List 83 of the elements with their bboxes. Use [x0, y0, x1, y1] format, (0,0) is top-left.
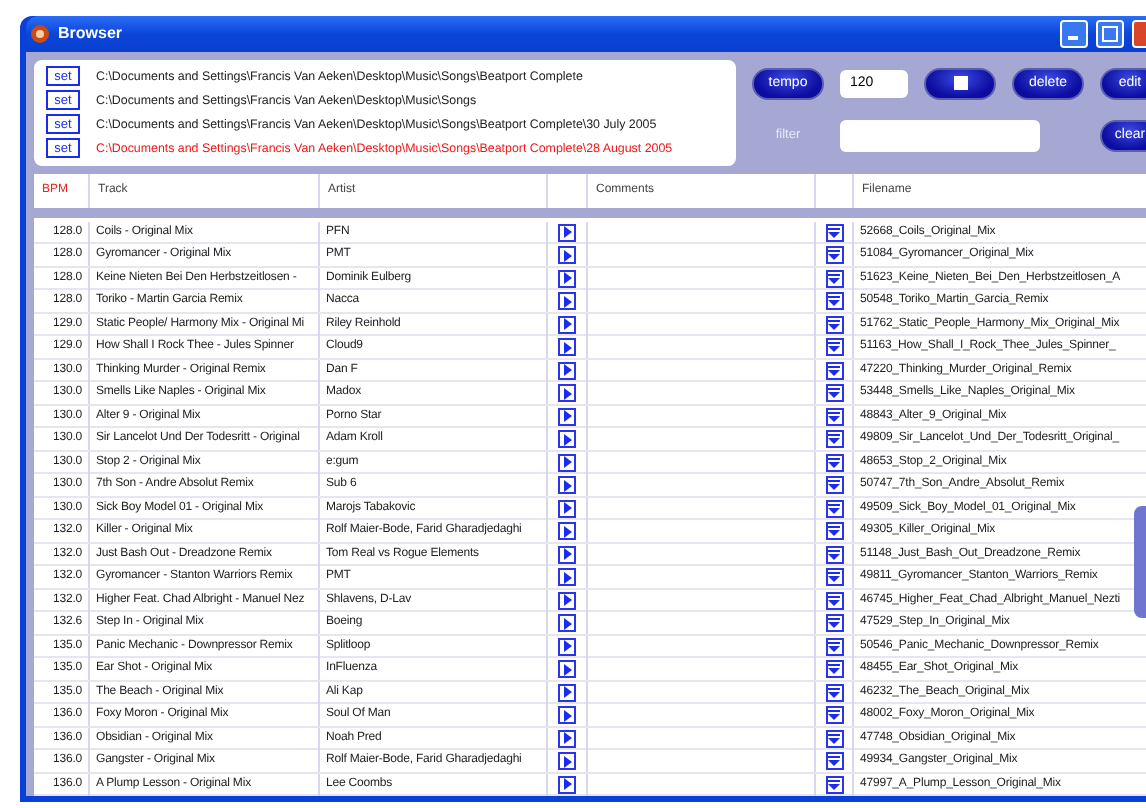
dropdown-icon	[828, 733, 840, 743]
play-button[interactable]	[558, 706, 576, 724]
dropdown-icon	[828, 710, 840, 720]
dropdown-button[interactable]	[825, 660, 843, 678]
dropdown-icon	[828, 779, 840, 789]
dropdown-button[interactable]	[825, 361, 843, 379]
play-button[interactable]	[558, 591, 576, 609]
play-button[interactable]	[558, 476, 576, 494]
play-button[interactable]	[558, 614, 576, 632]
dropdown-button[interactable]	[825, 591, 843, 609]
dropdown-icon	[828, 434, 840, 444]
play-button[interactable]	[558, 407, 576, 425]
play-button[interactable]	[558, 752, 576, 770]
play-button[interactable]	[558, 637, 576, 655]
play-button[interactable]	[558, 269, 576, 287]
dropdown-icon	[828, 549, 840, 559]
minimize-button[interactable]	[1060, 19, 1088, 48]
dropdown-button[interactable]	[825, 246, 843, 264]
play-button[interactable]	[558, 545, 576, 563]
play-button[interactable]	[558, 246, 576, 264]
play-button[interactable]	[558, 453, 576, 471]
filter-field[interactable]	[840, 119, 1040, 151]
dropdown-button[interactable]	[825, 407, 843, 425]
dropdown-button[interactable]	[825, 499, 843, 517]
dropdown-icon	[828, 296, 840, 306]
dropdown-icon	[828, 457, 840, 467]
dropdown-button[interactable]	[825, 338, 843, 356]
window-title: Browser	[58, 24, 125, 43]
dropdown-icon	[828, 641, 840, 651]
play-button[interactable]	[558, 430, 576, 448]
stop-icon	[953, 76, 967, 90]
dropdown-button[interactable]	[825, 522, 843, 540]
dropdown-icon	[828, 342, 840, 352]
play-button[interactable]	[558, 683, 576, 701]
dropdown-button[interactable]	[825, 384, 843, 402]
play-button[interactable]	[558, 729, 576, 747]
dropdown-button[interactable]	[825, 545, 843, 563]
dropdown-button[interactable]	[825, 269, 843, 287]
play-button[interactable]	[558, 292, 576, 310]
dropdown-button[interactable]	[825, 637, 843, 655]
dropdown-button[interactable]	[825, 775, 843, 793]
dropdown-icon	[828, 526, 840, 536]
dropdown-button[interactable]	[825, 430, 843, 448]
dropdown-button[interactable]	[825, 614, 843, 632]
dropdown-icon	[828, 572, 840, 582]
dropdown-button[interactable]	[825, 223, 843, 241]
play-button[interactable]	[558, 568, 576, 586]
dropdown-icon	[828, 365, 840, 375]
dropdown-icon	[828, 411, 840, 421]
dropdown-icon	[828, 687, 840, 697]
play-button[interactable]	[558, 223, 576, 241]
dropdown-button[interactable]	[825, 706, 843, 724]
dropdown-button[interactable]	[825, 315, 843, 333]
maximize-icon	[1102, 25, 1118, 42]
dropdown-icon	[828, 480, 840, 490]
stop-button[interactable]	[924, 67, 996, 99]
maximize-button[interactable]	[1096, 19, 1124, 48]
dropdown-button[interactable]	[825, 453, 843, 471]
play-button[interactable]	[558, 499, 576, 517]
app-logo-icon	[30, 23, 50, 44]
dropdown-icon	[828, 618, 840, 628]
dropdown-button[interactable]	[825, 292, 843, 310]
dropdown-icon	[828, 227, 840, 237]
play-button[interactable]	[558, 775, 576, 793]
dropdown-button[interactable]	[825, 729, 843, 747]
dropdown-icon	[828, 388, 840, 398]
dropdown-icon	[828, 250, 840, 260]
play-button[interactable]	[558, 315, 576, 333]
play-button[interactable]	[558, 338, 576, 356]
dropdown-icon	[828, 664, 840, 674]
dropdown-button[interactable]	[825, 568, 843, 586]
dropdown-icon	[828, 595, 840, 605]
dropdown-icon	[828, 756, 840, 766]
dropdown-icon	[828, 319, 840, 329]
play-button[interactable]	[558, 660, 576, 678]
dropdown-button[interactable]	[825, 683, 843, 701]
play-button[interactable]	[558, 384, 576, 402]
play-button[interactable]	[558, 361, 576, 379]
dropdown-icon	[828, 503, 840, 513]
dropdown-button[interactable]	[825, 752, 843, 770]
dropdown-icon	[828, 273, 840, 283]
dropdown-button[interactable]	[825, 476, 843, 494]
play-button[interactable]	[558, 522, 576, 540]
